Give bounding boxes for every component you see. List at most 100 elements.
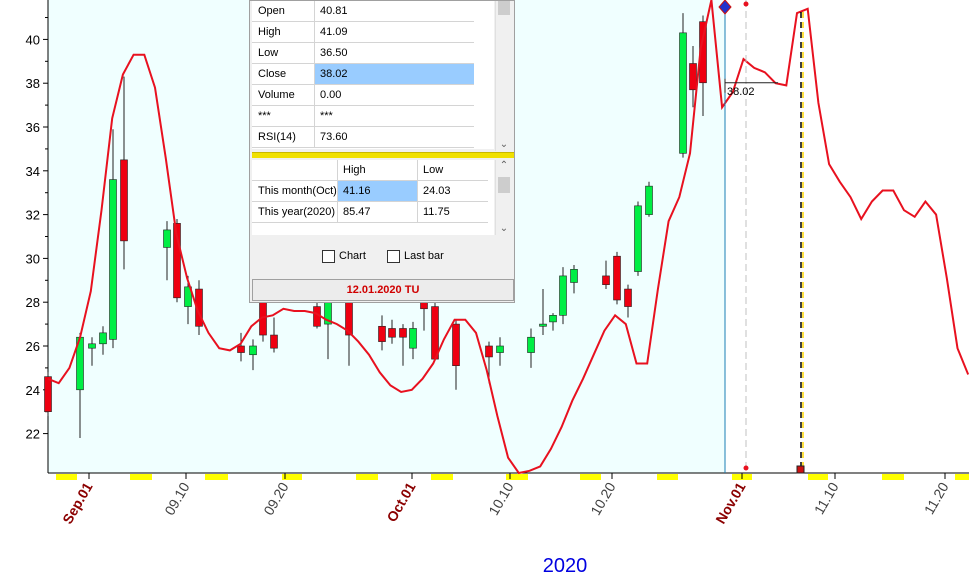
scroll-up-icon[interactable]: ⌃ — [496, 160, 512, 171]
ohlc-value: 36.50 — [315, 43, 474, 64]
ohlc-label: Close — [252, 64, 315, 85]
panel-splitter[interactable] — [252, 152, 514, 158]
scroll-thumb[interactable] — [498, 1, 510, 15]
last-bar-checkbox-label: Last bar — [404, 250, 444, 262]
cycle-marker — [796, 465, 805, 474]
period-high: 85.47 — [338, 202, 418, 223]
ohlc-value: 41.09 — [315, 22, 474, 43]
period-row[interactable]: This month(Oct) 41.16 24.03 — [252, 181, 488, 202]
last-bar-checkbox[interactable]: Last bar — [387, 248, 444, 264]
candle-body — [270, 334, 278, 349]
ohlc-label: *** — [252, 106, 315, 127]
candle-body — [689, 63, 697, 91]
candle-body — [163, 229, 171, 248]
candle-body — [602, 275, 610, 285]
ohlc-row: RSI(14) 73.60 — [252, 127, 474, 148]
candle-body — [99, 332, 107, 345]
ohlc-value: 38.02 — [315, 64, 474, 85]
ohlc-value: 73.60 — [315, 127, 474, 148]
period-header-row: High Low — [252, 160, 488, 181]
y-tick-label: 28 — [26, 295, 40, 310]
ohlc-scrollbar[interactable]: ⌄ — [495, 1, 513, 151]
x-axis-marker — [955, 474, 969, 480]
candle-body — [378, 325, 386, 342]
x-axis-marker — [431, 474, 453, 480]
x-axis-marker — [130, 474, 152, 480]
y-tick-label: 26 — [26, 339, 40, 354]
y-tick-label: 34 — [26, 164, 40, 179]
y-tick-label: 38 — [26, 76, 40, 91]
candle-body — [120, 159, 128, 242]
candle-body — [527, 336, 535, 353]
ohlc-label: Low — [252, 43, 315, 64]
candle-body — [496, 345, 504, 353]
checkbox-icon[interactable] — [322, 249, 335, 263]
ohlc-label: Volume — [252, 85, 315, 106]
period-label: This month(Oct) — [252, 181, 338, 202]
x-axis-title: 2020 — [543, 555, 588, 576]
y-tick-label: 40 — [26, 32, 40, 47]
candle-body — [109, 179, 117, 340]
candle-body — [559, 275, 567, 316]
candle-body — [388, 328, 396, 338]
candle — [645, 181, 653, 217]
candle-body — [249, 345, 257, 356]
period-low: 24.03 — [418, 181, 488, 202]
candle-body — [570, 269, 578, 283]
scroll-down-icon[interactable]: ⌄ — [496, 223, 512, 234]
y-tick-label: 22 — [26, 427, 40, 442]
scroll-thumb[interactable] — [498, 177, 510, 193]
candle-body — [634, 205, 642, 272]
candle-body — [549, 315, 557, 323]
y-tick-label: 30 — [26, 251, 40, 266]
ohlc-value: *** — [315, 106, 474, 127]
candle — [634, 201, 642, 276]
x-axis-marker — [205, 474, 228, 480]
candle-body — [485, 345, 493, 358]
ohlc-value: 0.00 — [315, 85, 474, 106]
info-panel: Open 40.81 High 41.09 Low 36.50 Close 38… — [249, 0, 515, 303]
candle-body — [409, 328, 417, 349]
ohlc-row: *** *** — [252, 106, 474, 127]
candle — [431, 302, 439, 360]
x-axis-marker — [506, 474, 528, 480]
y-tick-label: 36 — [26, 120, 40, 135]
ohlc-row: Volume 0.00 — [252, 85, 474, 106]
y-tick-label: 32 — [26, 208, 40, 223]
chart-checkbox[interactable]: Chart — [322, 248, 366, 264]
x-axis-marker — [882, 474, 904, 480]
candle-body — [452, 323, 460, 366]
period-row[interactable]: This year(2020) 85.47 11.75 — [252, 202, 488, 223]
marker-dot — [743, 465, 749, 471]
period-scrollbar[interactable]: ⌃ ⌄ — [495, 160, 513, 235]
marker-dot — [743, 1, 749, 7]
x-axis-marker — [580, 474, 601, 480]
x-axis-marker — [657, 474, 678, 480]
period-label: This year(2020) — [252, 202, 338, 223]
scroll-down-icon[interactable]: ⌄ — [496, 139, 512, 150]
candle-body — [539, 323, 547, 327]
candle-body — [431, 306, 439, 360]
period-header-blank — [252, 160, 338, 181]
ohlc-value: 40.81 — [315, 1, 474, 22]
ohlc-label: High — [252, 22, 315, 43]
candle-body — [44, 376, 52, 412]
x-axis-marker — [56, 474, 77, 480]
candle-body — [88, 343, 96, 349]
checkbox-icon[interactable] — [387, 249, 400, 263]
ohlc-row: High 41.09 — [252, 22, 474, 43]
candle-body — [399, 328, 407, 338]
candle — [613, 251, 621, 305]
ohlc-row: Low 36.50 — [252, 43, 474, 64]
x-axis-marker — [808, 474, 828, 480]
x-axis-marker — [356, 474, 378, 480]
crosshair-value: 38.02 — [727, 86, 755, 98]
candle-body — [679, 32, 687, 154]
selected-date: 12.01.2020 TU — [252, 279, 514, 301]
candle-body — [645, 185, 653, 215]
ohlc-row: Open 40.81 — [252, 1, 474, 22]
candle-body — [613, 255, 621, 301]
period-low: 11.75 — [418, 202, 488, 223]
candle-body — [237, 345, 245, 353]
ohlc-row-selected[interactable]: Close 38.02 — [252, 64, 474, 85]
